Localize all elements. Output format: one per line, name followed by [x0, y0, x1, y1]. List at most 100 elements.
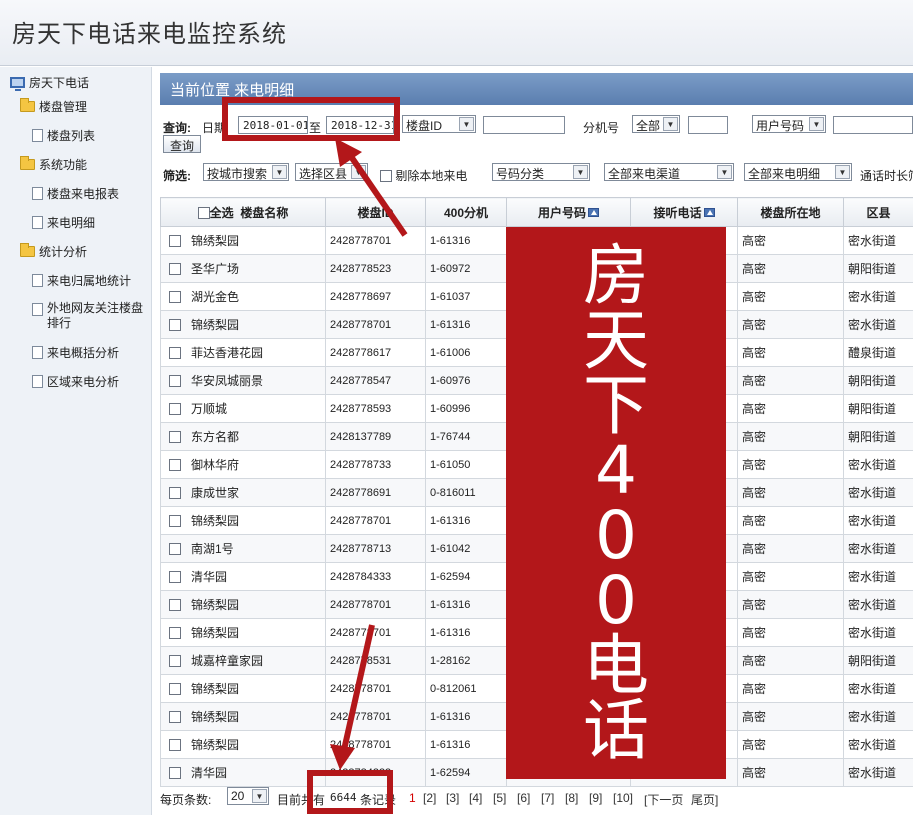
row-checkbox[interactable] [169, 515, 181, 527]
row-checkbox[interactable] [169, 319, 181, 331]
pager-link[interactable]: [6] [517, 791, 530, 805]
sidebar-item-call-overview[interactable]: 来电概括分析 [32, 344, 119, 361]
header-user-number[interactable]: 用户号码 [506, 197, 631, 227]
extension-scope-select[interactable]: 全部 ▼ [632, 115, 680, 133]
sidebar-root[interactable]: 房天下电话 [10, 74, 89, 91]
row-checkbox[interactable] [169, 543, 181, 555]
checkbox-icon [197, 206, 210, 219]
pager-link[interactable]: [3] [446, 791, 459, 805]
row-checkbox[interactable] [169, 263, 181, 275]
pager-link[interactable]: [4] [469, 791, 482, 805]
row-checkbox[interactable] [169, 571, 181, 583]
cell-extension-text: 1-60976 [430, 374, 471, 387]
row-checkbox[interactable] [169, 739, 181, 751]
header-building-location[interactable]: 楼盘所在地 [737, 197, 844, 227]
cell-building-name: 城嘉梓童家园 [160, 646, 326, 675]
header-answer-phone[interactable]: 接听电话 [630, 197, 738, 227]
pager-next[interactable]: [下一页 [644, 791, 683, 808]
header-district[interactable]: 区县 [843, 197, 913, 227]
cell-location: 高密 [737, 478, 844, 507]
sidebar-item-building-list[interactable]: 楼盘列表 [32, 127, 95, 144]
number-category-select[interactable]: 号码分类 ▼ [492, 163, 590, 181]
cell-extension: 1-61316 [425, 730, 507, 759]
row-checkbox[interactable] [169, 487, 181, 499]
row-checkbox[interactable] [169, 683, 181, 695]
header-extension[interactable]: 400分机 [425, 197, 507, 227]
cell-building-id-text: 2428778523 [330, 262, 392, 275]
header-building-id[interactable]: 楼盘ID [325, 197, 426, 227]
row-checkbox[interactable] [169, 375, 181, 387]
app-title: 房天下电话来电监控系统 [12, 21, 287, 48]
sidebar-item-remote-interest-ranking[interactable]: 外地网友关注楼盘排行 [32, 301, 147, 331]
cell-extension-text: 0-812061 [430, 682, 477, 695]
cell-extension: 1-61316 [425, 226, 507, 255]
row-checkbox[interactable] [169, 347, 181, 359]
row-checkbox[interactable] [169, 459, 181, 471]
row-checkbox[interactable] [169, 291, 181, 303]
exclude-local-checkbox[interactable]: 剔除本地来电 [380, 167, 467, 184]
row-checkbox[interactable] [169, 767, 181, 779]
building-id-input[interactable] [483, 116, 565, 134]
sidebar-item-call-report[interactable]: 楼盘来电报表 [32, 185, 119, 202]
sidebar-item-caller-location-stats[interactable]: 来电归属地统计 [32, 272, 131, 289]
sidebar-item-label: 区域来电分析 [47, 375, 120, 389]
building-field-select[interactable]: 楼盘ID ▼ [402, 115, 476, 133]
banner-char: 4 [595, 432, 637, 509]
sidebar-group-system-functions[interactable]: 系统功能 [20, 156, 87, 173]
cell-location: 高密 [737, 226, 844, 255]
cell-district-text: 朝阳街道 [848, 374, 897, 388]
row-checkbox[interactable] [169, 431, 181, 443]
row-checkbox[interactable] [169, 403, 181, 415]
pager-link[interactable]: [8] [565, 791, 578, 805]
sidebar-item-label: 来电归属地统计 [47, 274, 132, 288]
row-checkbox[interactable] [169, 599, 181, 611]
cell-building-name-text: 湖光金色 [191, 290, 240, 304]
folder-icon [20, 156, 35, 170]
select-all-checkbox[interactable]: 全选 [197, 206, 234, 220]
page-icon [32, 129, 43, 142]
district-select[interactable]: 选择区县 ▼ [295, 163, 368, 181]
cell-district-text: 密水街道 [848, 570, 897, 584]
detail-select[interactable]: 全部来电明细 ▼ [744, 163, 852, 181]
sidebar-item-area-call-analysis[interactable]: 区域来电分析 [32, 373, 119, 390]
cell-district: 密水街道 [843, 674, 913, 703]
city-select[interactable]: 按城市搜索 ▼ [203, 163, 289, 181]
chevron-down-icon: ▼ [252, 789, 267, 803]
extension-input[interactable] [688, 116, 728, 134]
row-checkbox[interactable] [169, 627, 181, 639]
cell-location: 高密 [737, 310, 844, 339]
cell-building-name: 锦绣梨园 [160, 226, 326, 255]
cell-location: 高密 [737, 646, 844, 675]
row-checkbox[interactable] [169, 711, 181, 723]
user-number-input[interactable] [833, 116, 913, 134]
pager-last[interactable]: 尾页] [691, 791, 718, 808]
cell-district-text: 密水街道 [848, 542, 897, 556]
pager-link[interactable]: [2] [423, 791, 436, 805]
pager-link[interactable]: [9] [589, 791, 602, 805]
cell-district-text: 朝阳街道 [848, 262, 897, 276]
checkbox-icon [380, 170, 392, 182]
sidebar-group-building-management[interactable]: 楼盘管理 [20, 98, 87, 115]
sort-icon[interactable] [703, 207, 715, 217]
sidebar-item-label: 系统功能 [39, 158, 88, 172]
sidebar-item-label: 楼盘来电报表 [47, 187, 120, 201]
pager-link[interactable]: [7] [541, 791, 554, 805]
cell-building-id: 2428137789 [325, 422, 426, 451]
pager-link[interactable]: [5] [493, 791, 506, 805]
search-button[interactable]: 查询 [163, 135, 202, 153]
user-field-select[interactable]: 用户号码 ▼ [752, 115, 826, 133]
cell-extension-text: 1-60972 [430, 262, 471, 275]
page-size-select[interactable]: 20 ▼ [227, 787, 269, 805]
cell-building-id-text: 2428778713 [330, 542, 392, 555]
channel-select[interactable]: 全部来电渠道 ▼ [604, 163, 734, 181]
header-label: 接听电话 [653, 205, 702, 220]
sidebar-item-call-details[interactable]: 来电明细 [32, 214, 95, 231]
cell-building-name: 南湖1号 [160, 534, 326, 563]
pager-link[interactable]: [10] [613, 791, 633, 805]
sort-icon[interactable] [588, 207, 599, 217]
row-checkbox[interactable] [169, 655, 181, 667]
cell-building-id: 2428784333 [325, 562, 426, 591]
banner-char: 0 [595, 497, 637, 574]
row-checkbox[interactable] [169, 235, 181, 247]
sidebar-group-statistics[interactable]: 统计分析 [20, 243, 87, 260]
